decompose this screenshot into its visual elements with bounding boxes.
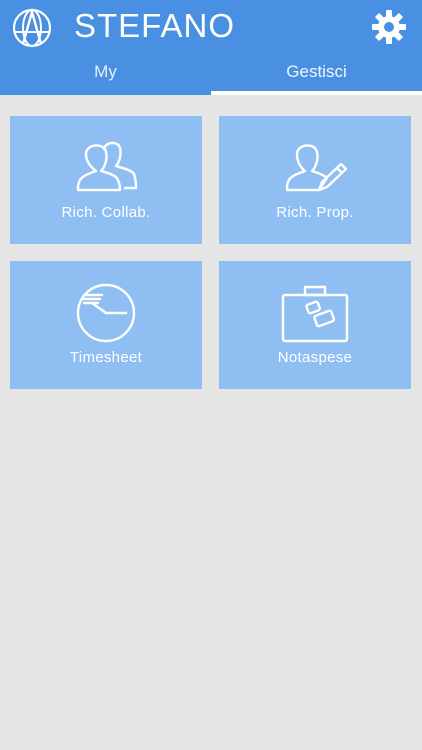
tile-label: Rich. Prop. (276, 204, 354, 221)
tab-gestisci[interactable]: Gestisci (211, 54, 422, 95)
tile-label: Rich. Collab. (61, 204, 151, 221)
tab-bar: My Gestisci (0, 54, 422, 95)
tile-label: Timesheet (69, 349, 143, 366)
user-name: STEFANO (74, 7, 236, 44)
gear-icon[interactable] (370, 8, 408, 46)
globe-a-logo-icon (12, 7, 52, 48)
user-edit-icon (285, 144, 348, 192)
clock-icon (76, 283, 136, 343)
briefcase-icon (281, 285, 349, 343)
app-header: STEFANO My Gestisci (0, 0, 422, 95)
tile-label: Notaspese (277, 349, 353, 366)
tile-rich-collab[interactable]: Rich. Collab. (10, 116, 202, 244)
tab-my[interactable]: My (0, 54, 211, 95)
tile-rich-prop[interactable]: Rich. Prop. (219, 116, 411, 244)
tile-notaspese[interactable]: Notaspese (219, 261, 411, 389)
tile-timesheet[interactable]: Timesheet (10, 261, 202, 389)
users-icon (76, 141, 138, 192)
